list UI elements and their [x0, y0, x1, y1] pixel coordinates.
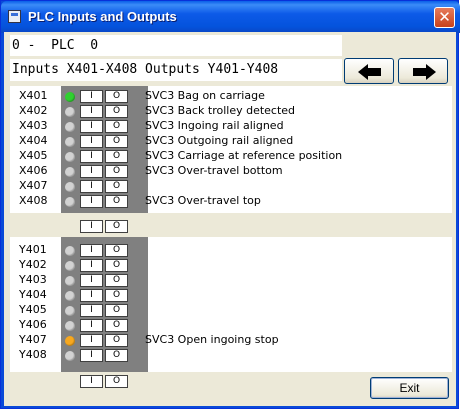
force-off-button[interactable]: O — [105, 105, 128, 118]
force-off-button[interactable]: O — [105, 120, 128, 133]
app-icon — [8, 10, 21, 23]
force-off-button[interactable]: O — [105, 244, 128, 257]
channel-label: X401 — [19, 89, 48, 102]
channel-label: X403 — [19, 119, 48, 132]
channel-label: X405 — [19, 149, 48, 162]
led-off-icon — [65, 107, 75, 117]
inputs-panel: X401 I O SVC3 Bag on carriage X402 I O SVC3 Bac… — [10, 86, 452, 213]
force-off-button[interactable]: O — [105, 135, 128, 148]
force-on-button[interactable]: I — [80, 135, 103, 148]
led-off-icon — [65, 261, 75, 271]
led-off-icon — [65, 246, 75, 256]
all-off-button[interactable]: O — [105, 220, 128, 233]
plc-io-window: PLC Inputs and Outputs ✕ 0 - PLC 0 Input… — [0, 0, 460, 409]
force-off-button[interactable]: O — [105, 274, 128, 287]
window-title: PLC Inputs and Outputs — [28, 9, 177, 24]
channel-description: SVC3 Back trolley detected — [145, 104, 296, 117]
channel-description: SVC3 Over-travel top — [145, 194, 261, 207]
all-off-button[interactable]: O — [105, 375, 128, 388]
led-off-icon — [65, 167, 75, 177]
force-off-button[interactable]: O — [105, 90, 128, 103]
force-off-button[interactable]: O — [105, 259, 128, 272]
led-off-icon — [65, 276, 75, 286]
force-on-button[interactable]: I — [80, 289, 103, 302]
channel-description: SVC3 Carriage at reference position — [145, 149, 343, 162]
force-on-button[interactable]: I — [80, 319, 103, 332]
force-off-button[interactable]: O — [105, 150, 128, 163]
led-off-icon — [65, 137, 75, 147]
led-off-icon — [65, 182, 75, 192]
next-button[interactable] — [398, 58, 448, 84]
channel-label: Y408 — [19, 348, 47, 361]
arrow-right-icon — [413, 64, 436, 80]
led-off-icon — [65, 122, 75, 132]
channel-description: SVC3 Over-travel bottom — [145, 164, 283, 177]
force-on-button[interactable]: I — [80, 120, 103, 133]
force-on-button[interactable]: I — [80, 304, 103, 317]
plc-field: 0 - PLC 0 — [10, 35, 342, 56]
force-on-button[interactable]: I — [80, 165, 103, 178]
channel-label: X407 — [19, 179, 48, 192]
channel-description: SVC3 Open ingoing stop — [145, 333, 279, 346]
range-field: Inputs X401-X408 Outputs Y401-Y408 — [10, 59, 342, 81]
channel-label: Y407 — [19, 333, 47, 346]
led-off-icon — [65, 197, 75, 207]
led-off-icon — [65, 291, 75, 301]
channel-description: SVC3 Outgoing rail aligned — [145, 134, 294, 147]
channel-label: Y404 — [19, 288, 47, 301]
force-on-button[interactable]: I — [80, 195, 103, 208]
all-on-button[interactable]: I — [80, 375, 103, 388]
arrow-left-icon — [358, 64, 381, 80]
led-orange-icon — [65, 336, 75, 346]
force-off-button[interactable]: O — [105, 304, 128, 317]
force-off-button[interactable]: O — [105, 319, 128, 332]
all-on-button[interactable]: I — [80, 220, 103, 233]
force-on-button[interactable]: I — [80, 274, 103, 287]
led-green-icon — [65, 92, 75, 102]
force-off-button[interactable]: O — [105, 195, 128, 208]
force-on-button[interactable]: I — [80, 244, 103, 257]
led-off-icon — [65, 152, 75, 162]
close-button[interactable]: ✕ — [434, 7, 455, 28]
led-off-icon — [65, 321, 75, 331]
force-off-button[interactable]: O — [105, 165, 128, 178]
close-icon: ✕ — [438, 8, 451, 26]
channel-description: SVC3 Ingoing rail aligned — [145, 119, 284, 132]
client-area: 0 - PLC 0 Inputs X401-X408 Outputs Y401-… — [4, 32, 456, 406]
force-off-button[interactable]: O — [105, 289, 128, 302]
channel-label: X402 — [19, 104, 48, 117]
force-off-button[interactable]: O — [105, 349, 128, 362]
title-bar[interactable]: PLC Inputs and Outputs ✕ — [1, 1, 460, 33]
force-on-button[interactable]: I — [80, 334, 103, 347]
channel-label: X408 — [19, 194, 48, 207]
channel-label: X406 — [19, 164, 48, 177]
force-on-button[interactable]: I — [80, 90, 103, 103]
channel-label: X404 — [19, 134, 48, 147]
channel-label: Y405 — [19, 303, 47, 316]
force-on-button[interactable]: I — [80, 150, 103, 163]
channel-label: Y402 — [19, 258, 47, 271]
force-on-button[interactable]: I — [80, 259, 103, 272]
previous-button[interactable] — [344, 58, 394, 84]
channel-label: Y406 — [19, 318, 47, 331]
force-on-button[interactable]: I — [80, 105, 103, 118]
led-off-icon — [65, 351, 75, 361]
force-off-button[interactable]: O — [105, 180, 128, 193]
channel-label: Y403 — [19, 273, 47, 286]
exit-button[interactable]: Exit — [370, 377, 449, 399]
force-on-button[interactable]: I — [80, 349, 103, 362]
force-on-button[interactable]: I — [80, 180, 103, 193]
channel-label: Y401 — [19, 243, 47, 256]
led-off-icon — [65, 306, 75, 316]
channel-description: SVC3 Bag on carriage — [145, 89, 265, 102]
outputs-panel: Y401 I O Y402 I O Y403 I O Y404 I O Y405 I O Y406 I O Y407… — [10, 237, 452, 372]
force-off-button[interactable]: O — [105, 334, 128, 347]
